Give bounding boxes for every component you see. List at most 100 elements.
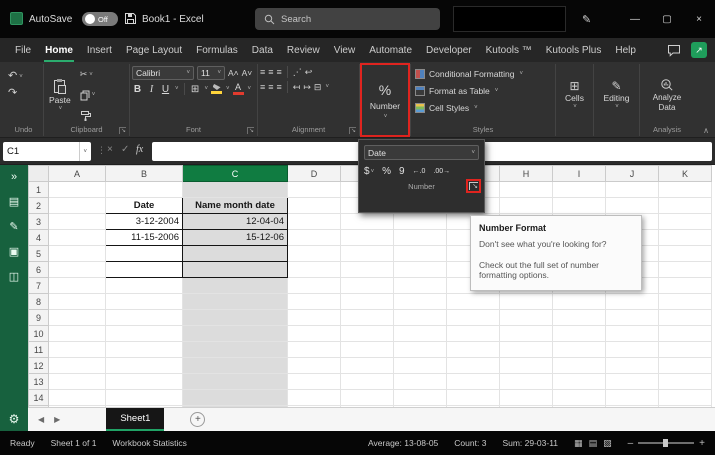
tab-review[interactable]: Review [280, 38, 327, 62]
cell-J9[interactable] [605, 309, 659, 326]
cell-B10[interactable] [105, 325, 183, 342]
cell-F5[interactable] [393, 245, 447, 262]
cell-H9[interactable] [499, 309, 553, 326]
zoom-slider-knob[interactable] [663, 439, 669, 447]
font-dialog-launcher[interactable]: ↘ [247, 127, 254, 134]
close-button[interactable]: × [683, 0, 715, 38]
cell-I8[interactable] [552, 293, 606, 310]
cell-C9[interactable] [182, 309, 288, 326]
cell-C7[interactable] [182, 277, 288, 294]
name-box[interactable]: C1 ˅ [3, 142, 91, 161]
cell-B12[interactable] [105, 357, 183, 374]
cell-K13[interactable] [658, 373, 712, 390]
enter-icon[interactable]: ✓ [121, 144, 129, 155]
cell-D11[interactable] [287, 341, 341, 358]
cell-F14[interactable] [393, 389, 447, 406]
align-center-icon[interactable]: ≡ [268, 82, 273, 92]
cell-H1[interactable] [499, 181, 553, 198]
cell-K1[interactable] [658, 181, 712, 198]
format-as-table-button[interactable]: Format as Table ˅ [413, 83, 498, 99]
orientation-icon[interactable]: ⋰ [293, 67, 302, 78]
tab-file[interactable]: File [8, 38, 38, 62]
settings-gear-icon[interactable]: ⚙ [0, 412, 28, 426]
row-header-4[interactable]: 4 [28, 229, 49, 246]
increase-decimal-button[interactable]: ←.0 [413, 168, 426, 175]
cell-E7[interactable] [340, 277, 394, 294]
sidebar-expand-icon[interactable]: » [11, 171, 17, 183]
cell-F9[interactable] [393, 309, 447, 326]
cell-A7[interactable] [48, 277, 106, 294]
cell-I10[interactable] [552, 325, 606, 342]
cell-F12[interactable] [393, 357, 447, 374]
cell-G11[interactable] [446, 341, 500, 358]
prev-sheet-icon[interactable]: ◀ [38, 415, 44, 424]
account-box[interactable] [453, 6, 566, 32]
column-header-D[interactable]: D [287, 165, 341, 182]
decrease-indent-icon[interactable]: ↤ [293, 82, 301, 93]
tab-page-layout[interactable]: Page Layout [119, 38, 189, 62]
cell-styles-button[interactable]: Cell Styles ˅ [413, 100, 478, 116]
cell-D12[interactable] [287, 357, 341, 374]
cell-F3[interactable] [393, 213, 447, 230]
cell-E4[interactable] [340, 229, 394, 246]
cell-F11[interactable] [393, 341, 447, 358]
maximize-button[interactable]: ▢ [651, 0, 683, 38]
cell-K11[interactable] [658, 341, 712, 358]
cell-D10[interactable] [287, 325, 341, 342]
sidebar-print-icon[interactable]: ▣ [9, 246, 19, 258]
tab-insert[interactable]: Insert [80, 38, 119, 62]
column-header-J[interactable]: J [605, 165, 659, 182]
cell-B9[interactable] [105, 309, 183, 326]
decrease-font-size-button[interactable]: A˅ [242, 68, 253, 78]
row-header-11[interactable]: 11 [28, 341, 49, 358]
sidebar-sheet-icon[interactable]: ▤ [9, 196, 19, 208]
align-right-icon[interactable]: ≡ [277, 82, 282, 92]
cell-J14[interactable] [605, 389, 659, 406]
cell-I12[interactable] [552, 357, 606, 374]
cell-C10[interactable] [182, 325, 288, 342]
cell-K14[interactable] [658, 389, 712, 406]
search-box[interactable]: Search [255, 8, 440, 30]
font-size-select[interactable]: 11 ˅ [197, 66, 225, 80]
cell-K9[interactable] [658, 309, 712, 326]
font-color-button[interactable]: A [232, 83, 244, 95]
cell-G9[interactable] [446, 309, 500, 326]
format-painter-button[interactable] [78, 109, 98, 122]
bold-button[interactable]: B [132, 84, 143, 95]
cell-A14[interactable] [48, 389, 106, 406]
fill-color-button[interactable] [211, 84, 223, 94]
cell-K10[interactable] [658, 325, 712, 342]
align-middle-icon[interactable]: ≡ [268, 67, 273, 77]
cell-A8[interactable] [48, 293, 106, 310]
cell-D14[interactable] [287, 389, 341, 406]
cell-H10[interactable] [499, 325, 553, 342]
conditional-formatting-button[interactable]: Conditional Formatting ˅ [413, 66, 523, 82]
sidebar-chart-icon[interactable]: ◫ [9, 271, 19, 283]
cell-B7[interactable] [105, 277, 183, 294]
cell-B14[interactable] [105, 389, 183, 406]
normal-view-icon[interactable]: ▦ [574, 438, 583, 449]
cell-A6[interactable] [48, 261, 106, 278]
cell-K6[interactable] [658, 261, 712, 278]
cell-B13[interactable] [105, 373, 183, 390]
cell-F6[interactable] [393, 261, 447, 278]
cell-B1[interactable] [105, 181, 183, 198]
cell-H8[interactable] [499, 293, 553, 310]
zoom-out-button[interactable]: – [628, 438, 634, 449]
increase-indent-icon[interactable]: ↦ [303, 82, 311, 93]
insert-function-icon[interactable]: fx [136, 144, 143, 155]
cell-D8[interactable] [287, 293, 341, 310]
cell-B6[interactable] [105, 261, 183, 278]
analyze-data-button[interactable]: Analyze Data [642, 76, 692, 113]
cell-F7[interactable] [393, 277, 447, 294]
cell-J13[interactable] [605, 373, 659, 390]
paste-button[interactable]: Paste ˅ [46, 66, 74, 124]
cell-E13[interactable] [340, 373, 394, 390]
row-header-9[interactable]: 9 [28, 309, 49, 326]
cell-A3[interactable] [48, 213, 106, 230]
cell-G14[interactable] [446, 389, 500, 406]
decrease-decimal-button[interactable]: .00→ [433, 168, 450, 175]
cell-E9[interactable] [340, 309, 394, 326]
tab-help[interactable]: Help [608, 38, 643, 62]
underline-button[interactable]: U [160, 84, 171, 95]
